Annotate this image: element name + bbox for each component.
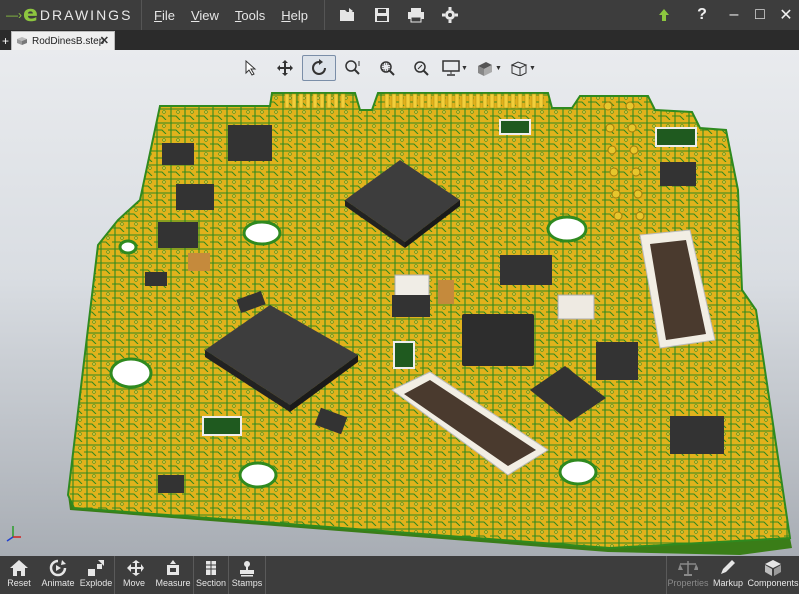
minimize-button[interactable]: –	[721, 0, 747, 30]
menu-help[interactable]: Help	[273, 8, 316, 23]
axis-triad-icon	[6, 526, 21, 542]
stamps-label: Stamps	[231, 578, 263, 588]
graphics-viewport[interactable]: ▼ ▼ ▼	[0, 50, 799, 556]
close-tab-icon[interactable]: ✕	[100, 34, 109, 47]
measure-icon	[167, 560, 179, 575]
animate-icon	[49, 559, 67, 577]
section-button[interactable]: Section	[194, 556, 228, 594]
pencil-icon	[721, 560, 735, 574]
close-button[interactable]: ✕	[773, 0, 799, 30]
part-file-icon	[17, 37, 27, 45]
menu-view[interactable]: View	[183, 8, 227, 23]
stamp-icon	[240, 561, 254, 577]
explode-button[interactable]: Explode	[78, 556, 114, 594]
components-label: Components	[747, 578, 799, 588]
update-icon[interactable]	[651, 0, 677, 30]
scale-icon	[678, 561, 698, 576]
home-icon	[10, 560, 28, 576]
bottom-toolbar: Reset Animate Explode Move Measure Secti…	[0, 556, 799, 594]
edge-connector	[284, 93, 544, 109]
menu-tools[interactable]: Tools	[227, 8, 273, 23]
explode-label: Explode	[79, 578, 113, 588]
reset-button[interactable]: Reset	[0, 556, 38, 594]
menu-bar: File View Tools Help	[142, 0, 316, 30]
animate-label: Animate	[41, 578, 75, 588]
measure-label: Measure	[155, 578, 191, 588]
properties-button[interactable]: Properties	[667, 556, 709, 594]
title-bar: —› e DRAWINGS File View Tools Help ? – □…	[0, 0, 799, 30]
logo-mark: e	[23, 2, 38, 27]
markup-label: Markup	[712, 578, 743, 588]
move-button[interactable]: Move	[115, 556, 153, 594]
move-label: Move	[122, 578, 145, 588]
reset-label: Reset	[7, 578, 31, 588]
explode-icon	[88, 560, 104, 576]
menu-file[interactable]: File	[146, 8, 183, 23]
section-label: Section	[195, 578, 227, 588]
edrawings-logo: —› e DRAWINGS	[0, 0, 142, 30]
section-icon	[206, 561, 216, 575]
logo-arrow-icon: —›	[6, 8, 22, 22]
document-tab[interactable]: RodDinesB.step ✕	[11, 31, 115, 50]
document-tab-label: RodDinesB.step	[32, 35, 105, 47]
maximize-button[interactable]: □	[747, 0, 773, 30]
help-button[interactable]: ?	[689, 0, 715, 30]
file-toolbar	[324, 0, 467, 30]
settings-icon[interactable]	[433, 0, 467, 30]
window-controls: ? – □ ✕	[651, 0, 799, 30]
print-icon[interactable]	[399, 0, 433, 30]
logo-text: DRAWINGS	[39, 7, 133, 23]
animate-button[interactable]: Animate	[38, 556, 78, 594]
move-icon	[127, 560, 144, 576]
open-icon[interactable]	[331, 0, 365, 30]
save-icon[interactable]	[365, 0, 399, 30]
components-button[interactable]: Components	[747, 556, 799, 594]
markup-button[interactable]: Markup	[709, 556, 747, 594]
document-tab-bar: + RodDinesB.step ✕	[0, 30, 799, 50]
stamps-button[interactable]: Stamps	[229, 556, 265, 594]
components-icon	[765, 560, 781, 576]
properties-label: Properties	[667, 578, 709, 588]
measure-button[interactable]: Measure	[153, 556, 193, 594]
pcb-model[interactable]	[0, 50, 799, 556]
